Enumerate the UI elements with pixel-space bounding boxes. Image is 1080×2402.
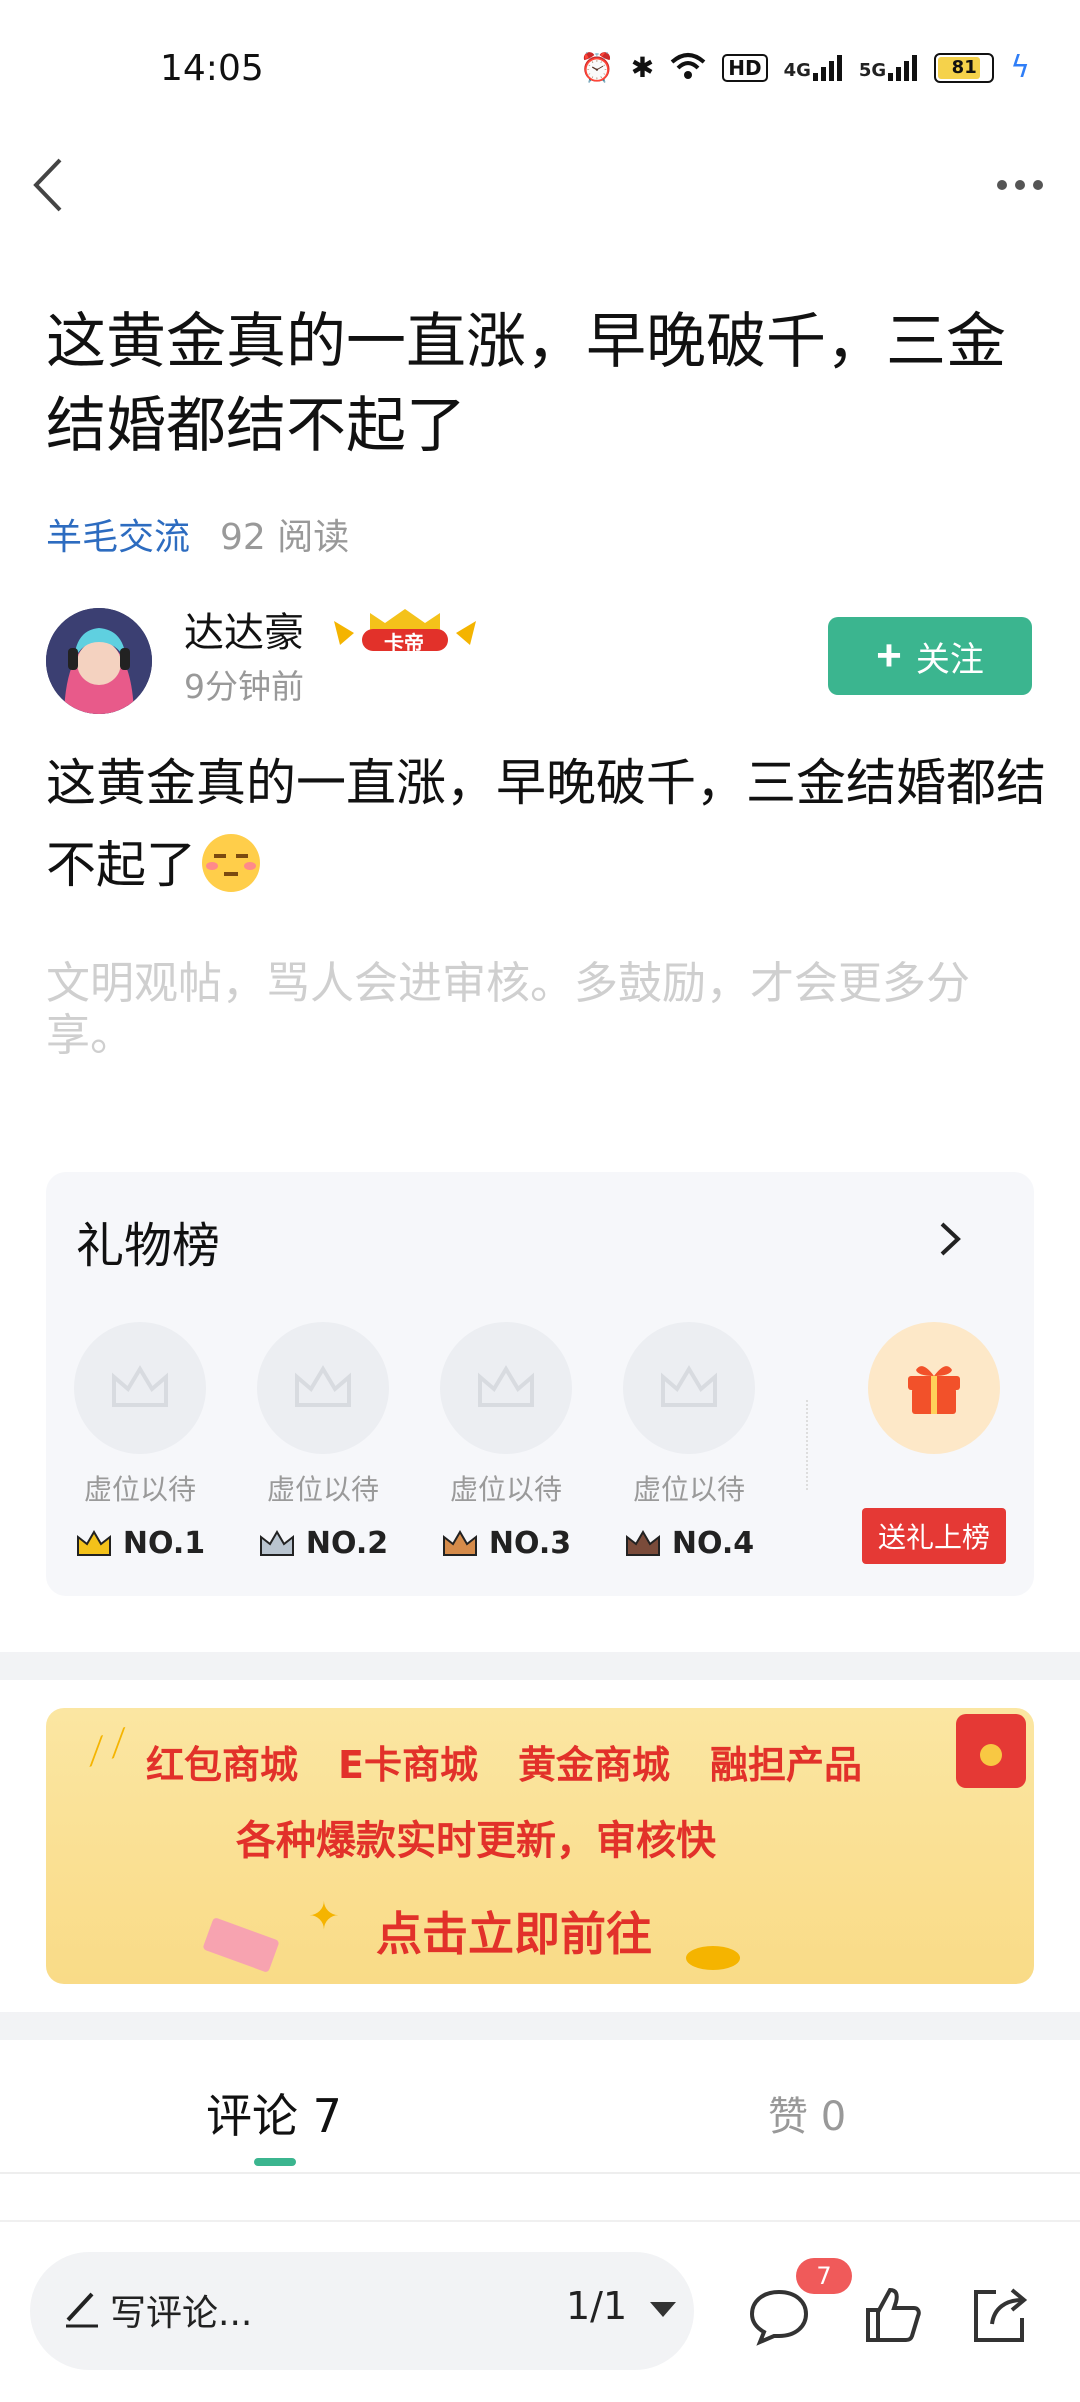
send-gift-button[interactable]: 送礼上榜 — [862, 1508, 1006, 1564]
plus-icon: + — [876, 631, 902, 680]
comment-placeholder[interactable]: 写评论... — [110, 2284, 252, 2336]
coin-icon — [686, 1946, 740, 1970]
tab-likes[interactable]: 赞 0 — [768, 2084, 846, 2142]
alarm-icon: ⏰ — [579, 51, 615, 84]
bluetooth-icon: ✱ — [630, 51, 655, 84]
gift-slot: 虚位以待 NO.1 — [74, 1322, 206, 1561]
like-button[interactable] — [860, 2282, 926, 2348]
avatar[interactable] — [46, 608, 152, 714]
chevron-left-icon — [33, 158, 62, 212]
gift-slot: 虚位以待 NO.4 — [623, 1322, 755, 1561]
author-name[interactable]: 达达豪 — [184, 600, 304, 658]
section-separator — [0, 1652, 1080, 1680]
comment-button[interactable] — [746, 2282, 812, 2348]
share-button[interactable] — [966, 2282, 1032, 2348]
star-icon: ✦ — [308, 1894, 340, 1938]
crown-bronze-icon — [442, 1529, 477, 1556]
gift-button[interactable] — [868, 1322, 1000, 1454]
follow-button[interactable]: + 关注 — [828, 617, 1032, 695]
crown-silver-icon — [259, 1529, 294, 1556]
crown-placeholder-icon — [478, 1365, 534, 1407]
promo-banner[interactable]: ⟋⟋ 红包商城 E卡商城 黄金商城 融担产品 各种爆款实时更新，审核快 ✦ 点击… — [46, 1708, 1034, 1984]
post-time: 9分钟前 — [184, 667, 304, 706]
hd-badge: HD — [722, 53, 768, 82]
crown-placeholder-icon — [295, 1365, 351, 1407]
status-time: 14:05 — [160, 48, 264, 89]
divider — [806, 1400, 810, 1490]
battery-icon: 81 — [934, 52, 995, 83]
crown-placeholder-icon — [112, 1365, 168, 1407]
banner-items: 红包商城 E卡商城 黄金商城 融担产品 — [146, 1743, 863, 1787]
caret-down-icon[interactable] — [650, 2302, 676, 2317]
civility-hint: 文明观帖，骂人会进审核。多鼓励，才会更多分享。 — [46, 958, 970, 1061]
share-icon — [974, 2288, 1028, 2342]
post-title: 这黄金真的一直涨，早晚破千，三金结婚都结不起了 — [46, 307, 1006, 461]
gift-slot: 虚位以待 NO.2 — [257, 1322, 389, 1561]
crown-gold-icon — [76, 1529, 111, 1556]
gift-board-title[interactable]: 礼物榜 — [76, 1206, 220, 1276]
back-button[interactable] — [28, 150, 88, 220]
vip-badge: 卡帝 — [330, 607, 480, 655]
banner-subtitle: 各种爆款实时更新，审核快 — [236, 1818, 716, 1864]
sad-face-emoji-icon — [202, 834, 260, 892]
comment-bubble-icon — [749, 2289, 809, 2346]
wifi-icon — [670, 52, 706, 84]
sparkle-icon: ⟋⟋ — [78, 1721, 138, 1775]
crown-brown-icon — [625, 1529, 660, 1556]
pen-icon — [62, 2282, 102, 2332]
more-dots-icon — [997, 180, 1007, 190]
post-body: 这黄金真的一直涨，早晚破千，三金结婚都结不起了 — [46, 754, 1046, 894]
read-count: 92 阅读 — [220, 517, 350, 558]
tab-indicator — [254, 2158, 296, 2166]
banner-cta: 点击立即前往 — [376, 1907, 652, 1961]
circle-link[interactable]: 羊毛交流 — [46, 508, 190, 560]
thumbs-up-icon — [866, 2287, 921, 2342]
gift-icon — [908, 1366, 960, 1414]
post-meta: 羊毛交流 92 阅读 — [46, 508, 349, 560]
gift-board-arrow[interactable] — [930, 1214, 970, 1264]
chevron-right-icon — [940, 1222, 961, 1256]
signal-4g-icon: 4G — [784, 54, 843, 81]
tab-comments[interactable]: 评论 7 — [206, 2080, 342, 2146]
comment-count-badge: 7 — [796, 2258, 852, 2294]
divider — [0, 2172, 1080, 2174]
status-icons: ⏰ ✱ HD 4G 5G 81 ϟ — [580, 50, 1030, 85]
section-separator — [0, 2012, 1080, 2040]
red-envelope-icon — [956, 1714, 1026, 1788]
ticket-icon — [202, 1917, 280, 1973]
page-indicator[interactable]: 1/1 — [566, 2284, 627, 2328]
crown-placeholder-icon — [661, 1365, 717, 1407]
signal-5g-icon: 5G — [859, 54, 918, 81]
charging-icon: ϟ — [1010, 50, 1030, 85]
gift-slot: 虚位以待 NO.3 — [440, 1322, 572, 1561]
more-button[interactable] — [990, 165, 1050, 205]
